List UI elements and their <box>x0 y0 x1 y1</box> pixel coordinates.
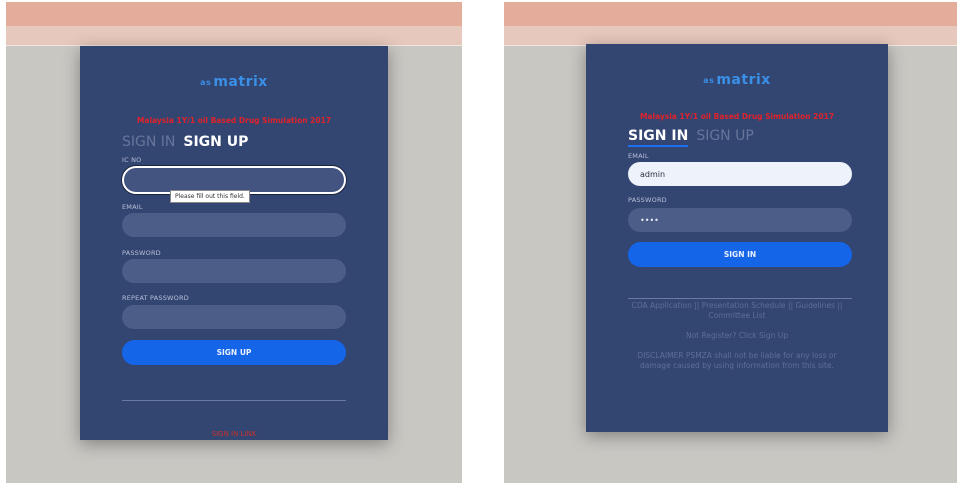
logo: as matrix <box>586 72 888 88</box>
top-banner-strip <box>6 26 462 46</box>
top-banner-strip <box>504 26 957 46</box>
password-label: PASSWORD <box>122 249 161 257</box>
sign-in-button[interactable]: SIGN IN <box>628 242 852 267</box>
logo-text: matrix <box>213 74 268 90</box>
top-banner <box>504 2 957 26</box>
email-label: EMAIL <box>628 152 649 160</box>
signin-screenshot: as matrix Malaysia 1Y/1 oil Based Drug Si… <box>504 2 957 483</box>
repeat-password-input[interactable] <box>122 305 346 329</box>
footer-links[interactable]: CDA Application || Presentation Schedule… <box>622 301 852 321</box>
logo-prefix: as <box>200 77 212 87</box>
signup-card: as matrix Malaysia 1Y/1 oil Based Drug Si… <box>80 46 388 440</box>
divider <box>628 298 852 299</box>
email-input[interactable] <box>628 162 852 186</box>
password-label: PASSWORD <box>628 196 667 204</box>
password-input[interactable] <box>628 208 852 232</box>
ic-label: IC NO <box>122 156 142 164</box>
not-registered-text[interactable]: Not Register? Click Sign Up <box>622 331 852 341</box>
tab-sign-up[interactable]: SIGN UP <box>696 128 753 144</box>
repeat-password-label: REPEAT PASSWORD <box>122 294 189 302</box>
email-input[interactable] <box>122 213 346 237</box>
tab-sign-in[interactable]: SIGN IN <box>628 128 689 147</box>
tab-sign-in[interactable]: SIGN IN <box>122 134 175 150</box>
top-banner <box>6 2 462 26</box>
validation-tooltip: Please fill out this field. <box>170 190 250 203</box>
password-input[interactable] <box>122 259 346 283</box>
email-label: EMAIL <box>122 203 143 211</box>
auth-tabs: SIGN IN SIGN UP <box>628 128 762 147</box>
auth-tabs: SIGN IN SIGN UP <box>122 134 248 150</box>
divider <box>122 400 346 401</box>
event-title: Malaysia 1Y/1 oil Based Drug Simulation … <box>639 112 835 121</box>
logo: as matrix <box>80 74 388 90</box>
sign-up-button[interactable]: SIGN UP <box>122 340 346 365</box>
logo-text: matrix <box>716 72 771 88</box>
disclaimer-text: DISCLAIMER PSMZA shall not be liable for… <box>637 351 837 370</box>
tab-sign-up[interactable]: SIGN UP <box>183 134 248 150</box>
signup-screenshot: as matrix Malaysia 1Y/1 oil Based Drug Si… <box>6 2 462 483</box>
event-title: Malaysia 1Y/1 oil Based Drug Simulation … <box>136 116 332 125</box>
signin-card: as matrix Malaysia 1Y/1 oil Based Drug Si… <box>586 44 888 432</box>
logo-prefix: as <box>703 75 715 85</box>
sign-in-link[interactable]: SIGN IN LINK <box>116 430 352 438</box>
